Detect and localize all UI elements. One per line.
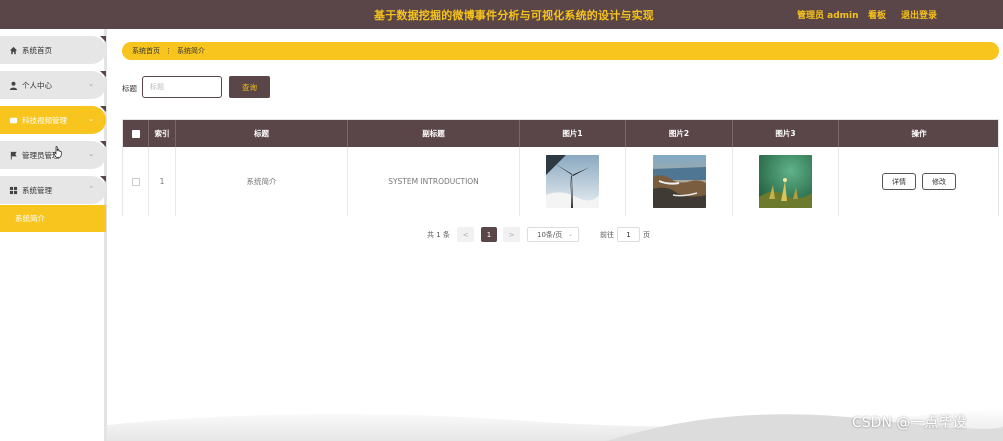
chevron-down-icon: ⌄ bbox=[567, 231, 573, 238]
column-header-subtitle: 副标题 bbox=[348, 120, 520, 147]
submenu-label: 系统简介 bbox=[15, 214, 45, 223]
sidebar-item-system[interactable]: 系统管理 ⌃ bbox=[0, 176, 106, 204]
corner-marker bbox=[100, 36, 106, 42]
user-icon bbox=[9, 81, 18, 90]
select-all-checkbox[interactable] bbox=[131, 129, 140, 138]
row-image3-cell bbox=[733, 147, 839, 216]
video-icon bbox=[9, 116, 18, 125]
goto-page-input[interactable] bbox=[617, 227, 640, 242]
edit-button[interactable]: 修改 bbox=[922, 173, 956, 190]
sidebar-item-label: 系统管理 bbox=[22, 185, 52, 195]
pagination-page-1[interactable]: 1 bbox=[481, 227, 497, 242]
top-header: 基于数据挖掘的微博事件分析与可视化系统的设计与实现 管理员 admin 看板 退… bbox=[0, 0, 1003, 29]
column-header-actions: 操作 bbox=[911, 129, 927, 138]
data-table: 索引 标题 副标题 图片1 图片2 图片3 操作 1 系统简介 SYSTEM I… bbox=[122, 119, 999, 216]
home-icon bbox=[9, 46, 18, 55]
sidebar: 系统首页 个人中心 ⌄ 科技视频管理 ⌄ 管理员管理 ⌄ 系统管理 ⌃ 系统简介 bbox=[0, 29, 107, 441]
search-button[interactable]: 查询 bbox=[229, 76, 270, 98]
sidebar-item-home[interactable]: 系统首页 bbox=[0, 36, 106, 64]
row-image1-cell bbox=[520, 147, 626, 216]
breadcrumb-current: 系统简介 bbox=[177, 47, 205, 55]
chevron-up-icon: ⌃ bbox=[88, 185, 94, 193]
logout-link[interactable]: 退出登录 bbox=[901, 8, 937, 21]
app-title: 基于数据挖掘的微博事件分析与可视化系统的设计与实现 bbox=[374, 9, 654, 22]
sidebar-item-profile[interactable]: 个人中心 ⌄ bbox=[0, 71, 106, 99]
corner-marker bbox=[100, 176, 106, 182]
chevron-down-icon: ⌄ bbox=[88, 150, 94, 158]
row-subtitle: SYSTEM INTRODUCTION bbox=[348, 147, 520, 216]
row-image2-cell bbox=[626, 147, 733, 216]
row-actions: 详情 修改 bbox=[839, 147, 999, 216]
sidebar-item-video[interactable]: 科技视频管理 ⌄ bbox=[0, 106, 106, 134]
breadcrumb-separator: ⋮ bbox=[165, 47, 172, 55]
submenu-system-intro[interactable]: 系统简介 bbox=[0, 205, 106, 232]
page-size-value: 10条/页 bbox=[537, 230, 563, 239]
goto-page-suffix: 页 bbox=[643, 231, 650, 239]
green-plant-image[interactable] bbox=[759, 155, 812, 208]
watermark-text: CSDN @一点毕设 bbox=[852, 415, 967, 431]
column-header-image2: 图片2 bbox=[626, 120, 733, 147]
header-select-all bbox=[123, 120, 149, 147]
table-header: 索引 标题 副标题 图片1 图片2 图片3 操作 bbox=[123, 120, 998, 147]
row-checkbox[interactable] bbox=[131, 177, 140, 186]
detail-button[interactable]: 详情 bbox=[882, 173, 916, 190]
page-size-select[interactable]: 10条/页 ⌄ bbox=[527, 227, 579, 242]
column-header-index: 索引 bbox=[149, 120, 176, 147]
wind-turbine-image[interactable] bbox=[546, 155, 599, 208]
column-header-title: 标题 bbox=[176, 120, 348, 147]
sidebar-item-label: 系统首页 bbox=[22, 45, 52, 55]
column-header-image3: 图片3 bbox=[733, 120, 839, 147]
search-input[interactable] bbox=[142, 76, 222, 98]
pagination-prev-button[interactable]: < bbox=[457, 227, 474, 242]
breadcrumb: 系统首页 ⋮ 系统简介 bbox=[122, 42, 999, 60]
breadcrumb-home[interactable]: 系统首页 bbox=[132, 46, 160, 56]
board-link[interactable]: 看板 bbox=[868, 8, 886, 21]
search-label: 标题 bbox=[122, 84, 137, 93]
row-title: 系统简介 bbox=[176, 147, 348, 216]
chevron-down-icon: ⌄ bbox=[88, 80, 94, 88]
coastal-rocks-image[interactable] bbox=[652, 155, 706, 208]
chevron-down-icon: ⌄ bbox=[88, 115, 94, 123]
pagination-total: 共 1 条 bbox=[427, 231, 450, 239]
admin-user[interactable]: 管理员 admin bbox=[797, 8, 859, 21]
table-row: 1 系统简介 SYSTEM INTRODUCTION 详情 修改 bbox=[123, 147, 998, 216]
sidebar-item-label: 科技视频管理 bbox=[22, 115, 67, 125]
corner-marker bbox=[100, 106, 106, 112]
row-select-cell bbox=[123, 147, 149, 216]
row-index: 1 bbox=[149, 147, 176, 216]
column-header-image1: 图片1 bbox=[520, 120, 626, 147]
goto-label: 前往 bbox=[600, 231, 614, 239]
pagination-next-button[interactable]: > bbox=[503, 227, 520, 242]
grid-icon bbox=[9, 186, 18, 195]
sidebar-item-label: 个人中心 bbox=[22, 80, 52, 90]
flag-icon bbox=[9, 151, 18, 160]
corner-marker bbox=[100, 71, 106, 77]
hand-cursor-icon bbox=[53, 146, 63, 161]
corner-marker bbox=[100, 141, 106, 147]
